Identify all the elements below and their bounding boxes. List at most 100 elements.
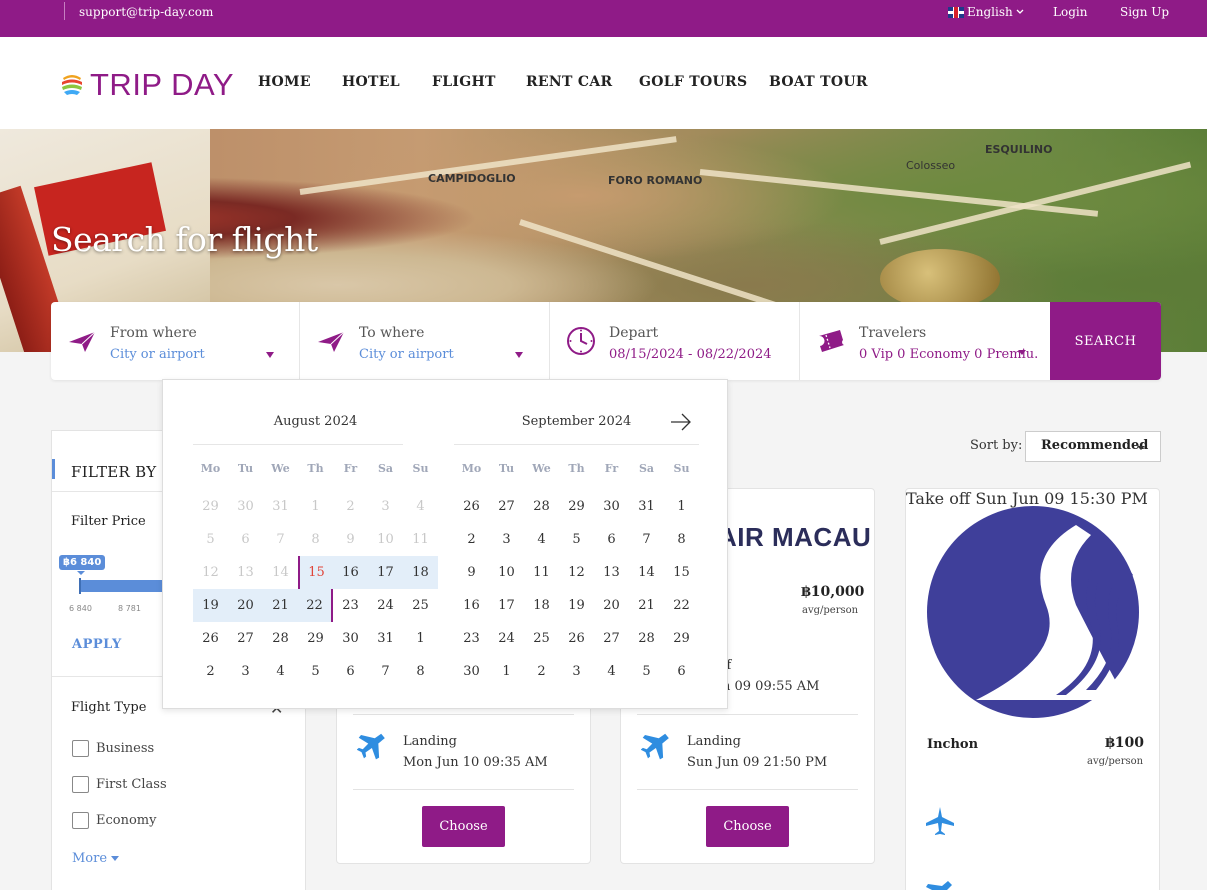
search-button[interactable]: SEARCH bbox=[1050, 302, 1161, 380]
calendar-day[interactable]: 2 bbox=[193, 655, 228, 688]
calendar-day[interactable]: 28 bbox=[629, 622, 664, 655]
calendar-day[interactable]: 30 bbox=[454, 655, 489, 688]
calendar-day[interactable]: 4 bbox=[594, 655, 629, 688]
calendar-day[interactable]: 27 bbox=[489, 490, 524, 523]
nav-golf-tours[interactable]: GOLF TOURS bbox=[639, 74, 747, 90]
calendar-day[interactable]: 31 bbox=[629, 490, 664, 523]
calendar-day-in-range[interactable]: 17 bbox=[368, 556, 403, 589]
support-email[interactable]: support@trip-day.com bbox=[79, 5, 213, 19]
calendar-day[interactable]: 17 bbox=[489, 589, 524, 622]
calendar-day[interactable]: 29 bbox=[664, 622, 699, 655]
from-field[interactable]: From where City or airport bbox=[51, 302, 300, 380]
calendar-day[interactable]: 29 bbox=[298, 622, 333, 655]
signup-link[interactable]: Sign Up bbox=[1120, 5, 1169, 19]
calendar-day-in-range[interactable]: 18 bbox=[403, 556, 438, 589]
price-slider-handle[interactable] bbox=[79, 578, 81, 594]
calendar-day[interactable]: 12 bbox=[559, 556, 594, 589]
calendar-day[interactable]: 5 bbox=[629, 655, 664, 688]
calendar-day[interactable]: 6 bbox=[594, 523, 629, 556]
calendar-day[interactable]: 25 bbox=[524, 622, 559, 655]
calendar-day[interactable]: 18 bbox=[524, 589, 559, 622]
calendar-day[interactable]: 7 bbox=[368, 655, 403, 688]
calendar-day[interactable]: 13 bbox=[594, 556, 629, 589]
first-class-checkbox[interactable] bbox=[72, 776, 89, 793]
calendar-day[interactable]: 30 bbox=[594, 490, 629, 523]
apply-button[interactable]: APPLY bbox=[72, 637, 122, 652]
travelers-input[interactable]: 0 Vip 0 Economy 0 Premiu. bbox=[859, 347, 1038, 362]
from-input[interactable]: City or airport bbox=[110, 347, 205, 362]
calendar-day[interactable]: 5 bbox=[559, 523, 594, 556]
calendar-day[interactable]: 22 bbox=[664, 589, 699, 622]
calendar-day[interactable]: 27 bbox=[228, 622, 263, 655]
chevron-down-icon[interactable] bbox=[515, 352, 523, 358]
calendar-day[interactable]: 8 bbox=[664, 523, 699, 556]
calendar-day[interactable]: 4 bbox=[524, 523, 559, 556]
next-month-arrow-icon[interactable] bbox=[669, 412, 693, 432]
calendar-day-in-range[interactable]: 16 bbox=[333, 556, 368, 589]
calendar-day[interactable]: 26 bbox=[454, 490, 489, 523]
calendar-day[interactable]: 26 bbox=[559, 622, 594, 655]
calendar-day[interactable]: 1 bbox=[403, 622, 438, 655]
calendar-day[interactable]: 19 bbox=[559, 589, 594, 622]
calendar-day-in-range[interactable]: 20 bbox=[228, 589, 263, 622]
sort-select[interactable]: Recommended bbox=[1025, 431, 1161, 462]
nav-boat-tour[interactable]: BOAT TOUR bbox=[769, 74, 868, 90]
choose-button[interactable]: Choose bbox=[706, 806, 789, 847]
nav-rent-car[interactable]: RENT CAR bbox=[526, 74, 612, 90]
calendar-day[interactable]: 9 bbox=[454, 556, 489, 589]
calendar-day[interactable]: 1 bbox=[664, 490, 699, 523]
calendar-day[interactable]: 3 bbox=[228, 655, 263, 688]
calendar-day[interactable]: 1 bbox=[489, 655, 524, 688]
calendar-day-in-range[interactable]: 19 bbox=[193, 589, 228, 622]
calendar-day[interactable]: 15 bbox=[664, 556, 699, 589]
travelers-field[interactable]: Travelers 0 Vip 0 Economy 0 Premiu. bbox=[800, 302, 1050, 380]
nav-flight[interactable]: FLIGHT bbox=[432, 74, 496, 90]
chevron-down-icon[interactable] bbox=[1018, 350, 1026, 355]
chevron-down-icon[interactable] bbox=[266, 352, 274, 358]
login-link[interactable]: Login bbox=[1053, 5, 1087, 19]
calendar-day[interactable]: 2 bbox=[454, 523, 489, 556]
calendar-day[interactable]: 5 bbox=[298, 655, 333, 688]
calendar-day[interactable]: 21 bbox=[629, 589, 664, 622]
calendar-day[interactable]: 25 bbox=[403, 589, 438, 622]
calendar-day[interactable]: 8 bbox=[403, 655, 438, 688]
to-input[interactable]: City or airport bbox=[359, 347, 454, 362]
calendar-day[interactable]: 16 bbox=[454, 589, 489, 622]
calendar-day[interactable]: 6 bbox=[664, 655, 699, 688]
calendar-day[interactable]: 24 bbox=[368, 589, 403, 622]
calendar-day[interactable]: 6 bbox=[333, 655, 368, 688]
calendar-day[interactable]: 14 bbox=[629, 556, 664, 589]
calendar-day[interactable]: 3 bbox=[489, 523, 524, 556]
calendar-day[interactable]: 2 bbox=[524, 655, 559, 688]
calendar-day[interactable]: 10 bbox=[489, 556, 524, 589]
calendar-day[interactable]: 20 bbox=[594, 589, 629, 622]
calendar-day[interactable]: 11 bbox=[524, 556, 559, 589]
depart-input[interactable]: 08/15/2024 - 08/22/2024 bbox=[609, 347, 772, 362]
calendar-day[interactable]: 31 bbox=[368, 622, 403, 655]
calendar-day[interactable]: 27 bbox=[594, 622, 629, 655]
calendar-day[interactable]: 7 bbox=[629, 523, 664, 556]
calendar-day[interactable]: 28 bbox=[263, 622, 298, 655]
nav-home[interactable]: HOME bbox=[258, 74, 311, 90]
calendar-day[interactable]: 23 bbox=[454, 622, 489, 655]
depart-field[interactable]: Depart 08/15/2024 - 08/22/2024 bbox=[550, 302, 800, 380]
nav-hotel[interactable]: HOTEL bbox=[342, 74, 400, 90]
calendar-day-in-range[interactable]: 21 bbox=[263, 589, 298, 622]
calendar-day[interactable]: 29 bbox=[559, 490, 594, 523]
calendar-day-range-end[interactable]: 22 bbox=[298, 589, 333, 622]
calendar-day[interactable]: 30 bbox=[333, 622, 368, 655]
choose-button[interactable]: Choose bbox=[422, 806, 505, 847]
calendar-day[interactable]: 24 bbox=[489, 622, 524, 655]
calendar-day[interactable]: 4 bbox=[263, 655, 298, 688]
calendar-day[interactable]: 28 bbox=[524, 490, 559, 523]
economy-checkbox[interactable] bbox=[72, 812, 89, 829]
brand-logo[interactable]: TRIP DAY bbox=[60, 67, 234, 103]
calendar-day[interactable]: 26 bbox=[193, 622, 228, 655]
business-checkbox[interactable] bbox=[72, 740, 89, 757]
to-field[interactable]: To where City or airport bbox=[300, 302, 550, 380]
calendar-day[interactable]: 3 bbox=[559, 655, 594, 688]
language-selector[interactable]: English bbox=[948, 5, 1024, 19]
calendar-day[interactable]: 23 bbox=[333, 589, 368, 622]
calendar-day-range-start[interactable]: 15 bbox=[298, 556, 333, 589]
more-link[interactable]: More bbox=[72, 851, 120, 866]
